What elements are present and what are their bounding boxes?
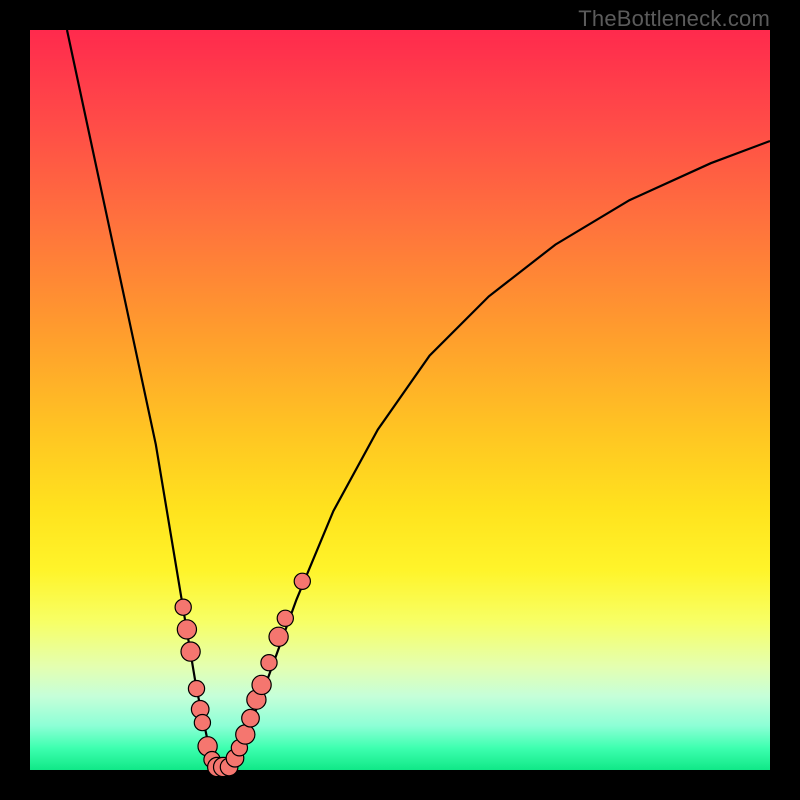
data-point (181, 642, 200, 661)
data-point (242, 709, 260, 727)
data-point (294, 573, 310, 589)
data-point (188, 681, 204, 697)
chart-frame: TheBottleneck.com (0, 0, 800, 800)
watermark-text: TheBottleneck.com (578, 6, 770, 32)
data-point (236, 725, 255, 744)
chart-svg (30, 30, 770, 770)
data-point (194, 715, 210, 731)
data-point (252, 675, 271, 694)
bottleneck-curve (67, 30, 770, 766)
data-point (175, 599, 191, 615)
data-point (269, 627, 288, 646)
data-point (177, 620, 196, 639)
data-point (277, 610, 293, 626)
plot-area (30, 30, 770, 770)
data-point-group (175, 573, 310, 776)
data-point (261, 655, 277, 671)
